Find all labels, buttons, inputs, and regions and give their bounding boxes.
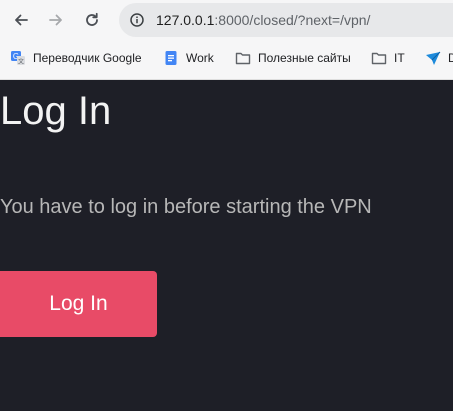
bookmark-label: Полезные сайты <box>258 51 351 65</box>
folder-icon <box>235 50 251 66</box>
site-info-icon[interactable] <box>130 13 144 27</box>
login-button[interactable]: Log In <box>0 271 157 337</box>
bookmark-label: IT <box>394 51 405 65</box>
bookmark-work[interactable]: Work <box>163 49 214 67</box>
svg-text:文: 文 <box>18 58 24 66</box>
address-bar[interactable]: 127.0.0.1:8000/closed/?next=/vpn/ <box>119 3 453 37</box>
browser-chrome: 127.0.0.1:8000/closed/?next=/vpn/ G 文 Пе… <box>0 0 453 80</box>
arrow-left-icon <box>15 14 28 26</box>
bookmark-folder-useful-sites[interactable]: Полезные сайты <box>235 49 351 67</box>
url-path: :8000/closed/?next=/vpn/ <box>214 12 371 28</box>
reload-button[interactable] <box>81 9 103 31</box>
bookmark-google-translate[interactable]: G 文 Переводчик Google <box>10 49 142 67</box>
login-required-message: You have to log in before starting the V… <box>0 196 372 218</box>
bookmark-label: Work <box>186 51 214 65</box>
folder-icon <box>371 50 387 66</box>
bookmark-folder-it[interactable]: IT <box>371 49 405 67</box>
url-host: 127.0.0.1 <box>156 12 215 28</box>
bookmark-label: D <box>448 51 453 65</box>
bookmarks-bar: G 文 Переводчик Google Work Полезные сайт… <box>0 42 453 74</box>
page-content: Log In You have to log in before startin… <box>0 80 453 411</box>
google-translate-icon: G 文 <box>10 50 26 66</box>
telegram-like-icon <box>425 50 441 66</box>
bookmark-d[interactable]: D <box>425 49 453 67</box>
docs-icon <box>163 50 179 66</box>
back-button[interactable] <box>10 9 32 31</box>
page-title: Log In <box>0 89 112 133</box>
bookmark-label: Переводчик Google <box>33 51 142 65</box>
browser-toolbar: 127.0.0.1:8000/closed/?next=/vpn/ <box>0 0 453 40</box>
arrow-right-icon <box>49 14 62 26</box>
forward-button[interactable] <box>45 9 67 31</box>
url-text[interactable]: 127.0.0.1:8000/closed/?next=/vpn/ <box>156 12 370 28</box>
reload-icon <box>86 12 98 26</box>
